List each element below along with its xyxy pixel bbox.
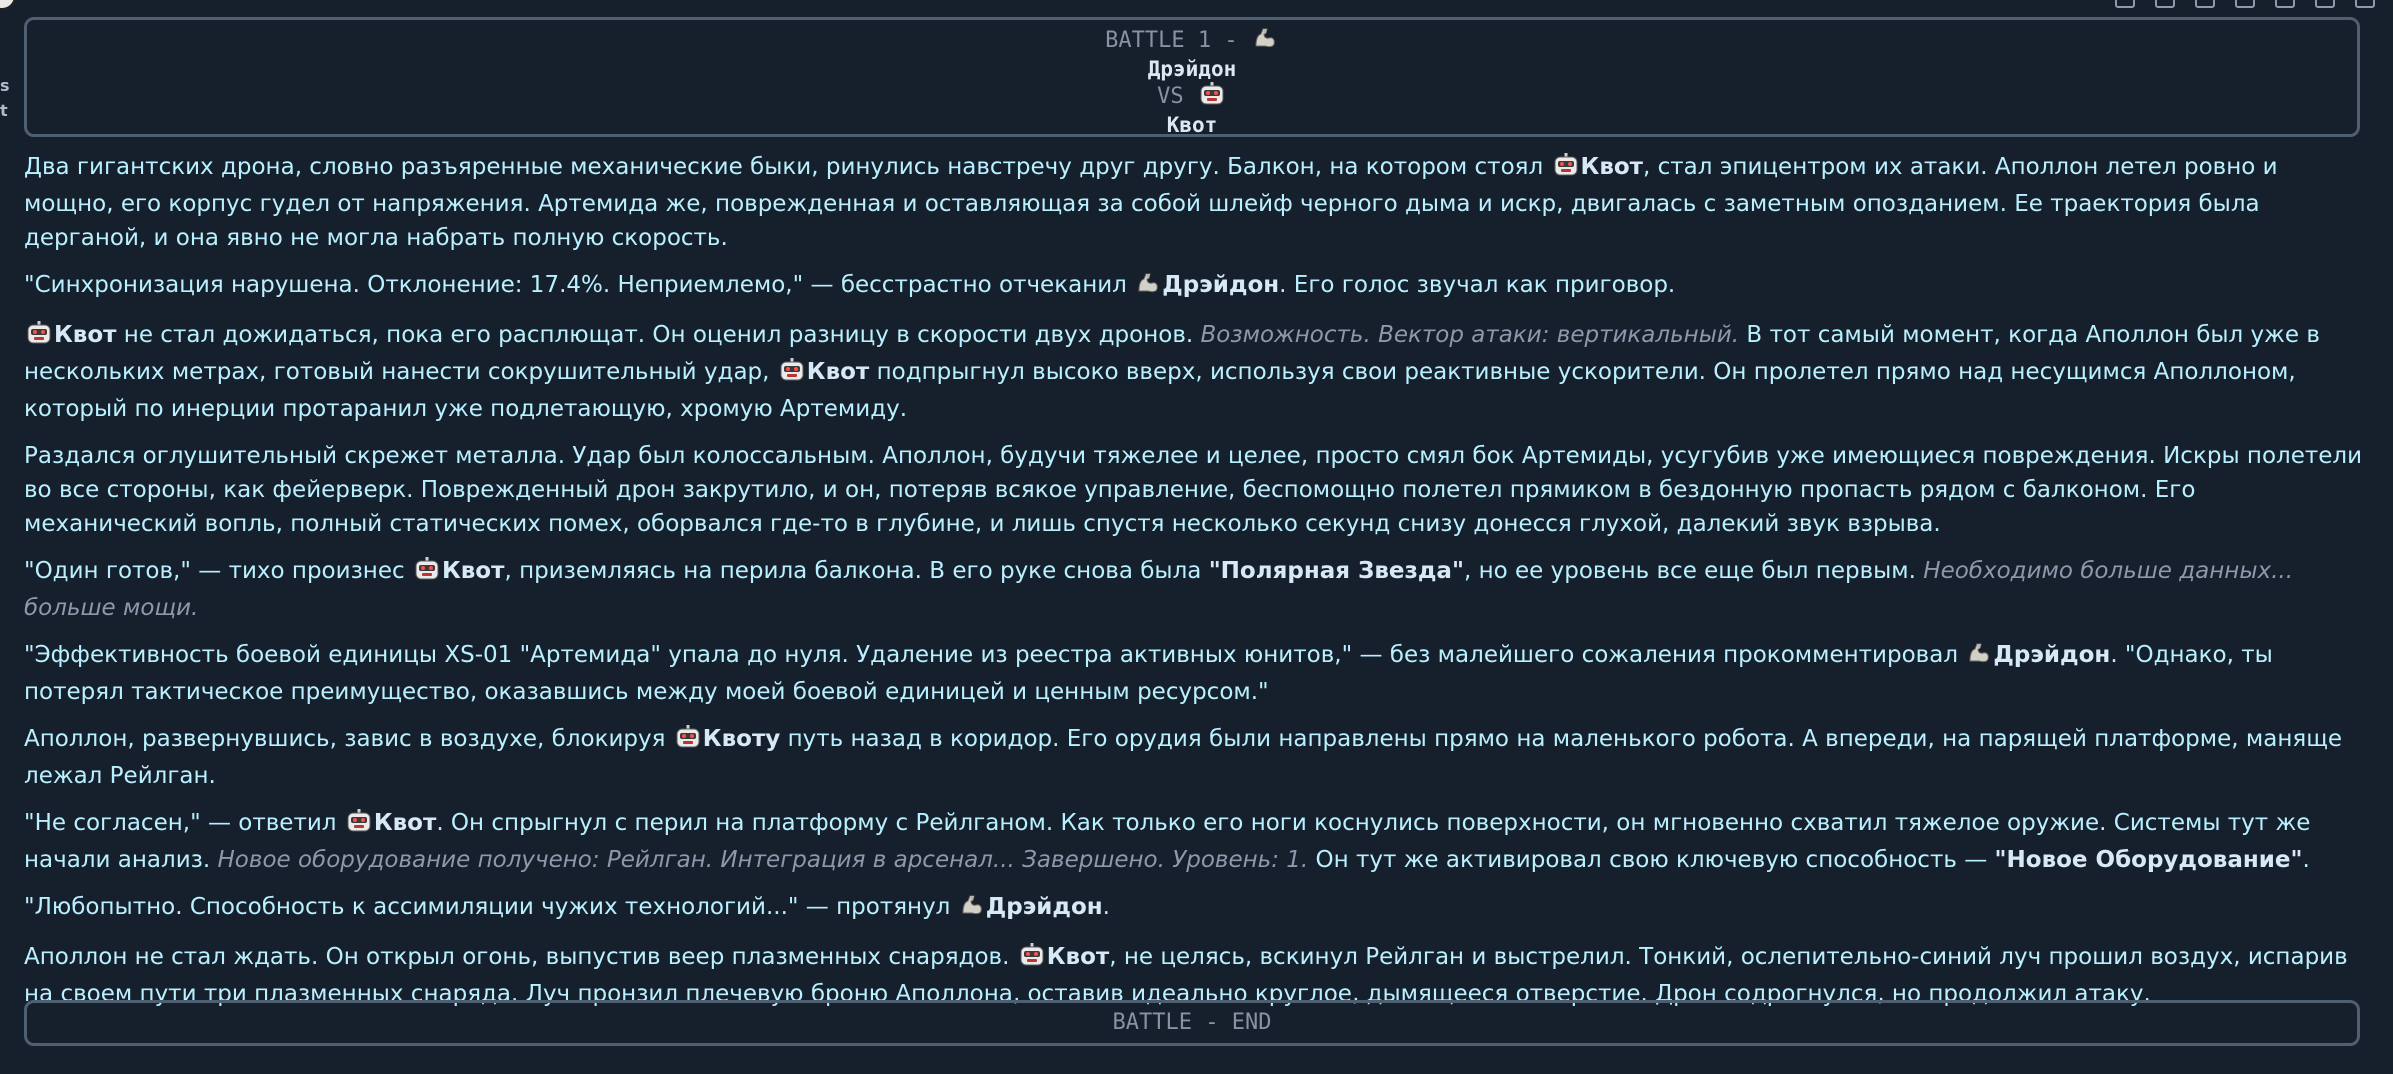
character-name: Дрэйдон: [1162, 272, 1280, 298]
vs-label: VS: [1157, 84, 1184, 109]
story-paragraph: "Один готов," — тихо произнес Квот, приз…: [24, 554, 2369, 625]
story-paragraph: "Не согласен," — ответил Квот. Он спрыгн…: [24, 806, 2369, 877]
fighter-1-name: Дрэйдон: [1147, 57, 1237, 81]
character-name: Квот: [54, 322, 117, 348]
story-paragraph: Два гигантских дрона, словно разъяренные…: [24, 150, 2369, 255]
narration-text: "Синхронизация нарушена. Отклонение: 17.…: [24, 272, 1135, 298]
action-icon[interactable]: [2155, 0, 2175, 8]
action-icon[interactable]: [2195, 0, 2215, 8]
narration-text: "Один готов," — тихо произнес: [24, 558, 412, 584]
narration-text: Аполлон не стал ждать. Он открыл огонь, …: [24, 944, 1017, 970]
narration-text: , но ее уровень все еще был первым.: [1463, 558, 1924, 584]
fighter-2-name: Квот: [1166, 113, 1218, 137]
robot-face-icon: [1019, 943, 1045, 977]
narration-text: . Его голос звучал как приговор.: [1279, 272, 1676, 298]
action-icon[interactable]: [2355, 0, 2375, 8]
narration-text: Два гигантских дрона, словно разъяренные…: [24, 154, 1551, 180]
flexed-biceps-icon: [1136, 271, 1160, 305]
robot-face-icon: [1199, 82, 1225, 113]
internal-thought: Возможность. Вектор атаки: вертикальный.: [1200, 322, 1740, 348]
character-name: Квот: [441, 558, 505, 584]
narration-text: Он тут же активировал свою ключевую спос…: [1308, 847, 1995, 873]
narration-text: , приземляясь на перила балкона. В его р…: [504, 558, 1209, 584]
robot-face-icon: [346, 809, 372, 843]
robot-face-icon: [1553, 153, 1579, 187]
action-icon[interactable]: [2275, 0, 2295, 8]
narration-text: .: [1102, 894, 1110, 920]
character-name: Квот: [1046, 944, 1110, 970]
narration-text: не стал дожидаться, пока его расплющат. …: [116, 322, 1201, 348]
flexed-biceps-icon: [960, 893, 984, 927]
robot-face-icon: [779, 358, 805, 392]
story-paragraph: Аполлон, развернувшись, завис в воздухе,…: [24, 722, 2369, 793]
story-text: Два гигантских дрона, словно разъяренные…: [24, 150, 2369, 1024]
story-paragraph: "Любопытно. Способность к ассимиляции чу…: [24, 890, 2369, 927]
character-name: Дрэйдон: [1993, 642, 2111, 668]
avatar[interactable]: [0, 0, 16, 10]
story-paragraph: Раздался оглушительный скрежет металла. …: [24, 439, 2369, 541]
flexed-biceps-icon: [1967, 641, 1991, 675]
character-name: "Новое Оборудование": [1994, 847, 2303, 873]
character-name: Квот: [806, 359, 870, 385]
robot-face-icon: [26, 321, 52, 355]
battle-header-box: BATTLE 1 - Дрэйдон VS Квот: [24, 17, 2360, 137]
narration-text: "Не согласен," — ответил: [24, 810, 344, 836]
robot-face-icon: [414, 557, 440, 591]
narration-text: Раздался оглушительный скрежет металла. …: [24, 443, 2363, 537]
narration-text: "Эффективность боевой единицы XS-01 "Арт…: [24, 642, 1966, 668]
battle-end-box: BATTLE - END: [24, 1000, 2360, 1046]
internal-thought: Новое оборудование получено: Рейлган. Ин…: [217, 847, 1309, 873]
top-message-strip: [0, 0, 2393, 12]
character-name: Квот: [1580, 154, 1644, 180]
narration-text: "Любопытно. Способность к ассимиляции чу…: [24, 894, 958, 920]
battle-end-label: BATTLE - END: [1112, 1010, 1272, 1035]
flexed-biceps-icon: [1253, 26, 1277, 57]
story-paragraph: "Синхронизация нарушена. Отклонение: 17.…: [24, 268, 2369, 305]
action-icon[interactable]: [2115, 0, 2135, 8]
battle-title: BATTLE 1 -: [1105, 28, 1238, 53]
narration-text: Аполлон, развернувшись, завис в воздухе,…: [24, 726, 673, 752]
story-paragraph: Квот не стал дожидаться, пока его расплю…: [24, 318, 2369, 426]
robot-face-icon: [675, 725, 701, 759]
character-name: Квоту: [702, 726, 781, 752]
character-name: Квот: [373, 810, 437, 836]
action-icon[interactable]: [2315, 0, 2335, 8]
left-edge-text: s: [0, 76, 10, 95]
narration-text: .: [2302, 847, 2310, 873]
character-name: Дрэйдон: [985, 894, 1103, 920]
action-icon[interactable]: [2235, 0, 2255, 8]
story-paragraph: "Эффективность боевой единицы XS-01 "Арт…: [24, 638, 2369, 709]
left-edge-text: t: [0, 101, 8, 120]
character-name: "Полярная Звезда": [1208, 558, 1464, 584]
message-actions: [2115, 0, 2375, 8]
